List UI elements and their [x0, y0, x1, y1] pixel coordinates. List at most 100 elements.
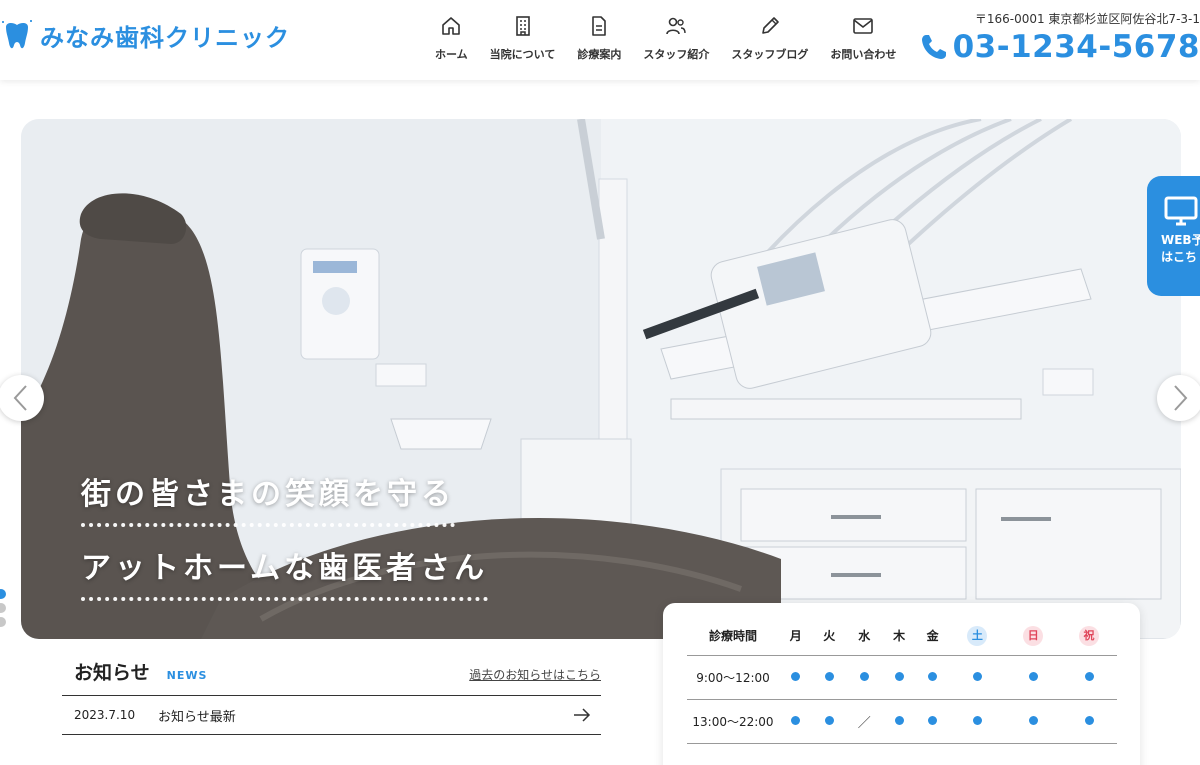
day-label: 火	[823, 629, 836, 644]
schedule-cell	[949, 699, 1006, 744]
day-label: 月	[789, 629, 802, 644]
web-tab-line-2: はこち	[1161, 250, 1198, 264]
news-text: お知らせ最新	[158, 709, 236, 725]
schedule-cell	[882, 655, 916, 700]
news-header: お知らせ NEWS 過去のお知らせはこちら	[62, 658, 601, 696]
schedule-cell	[779, 655, 813, 700]
open-mark	[928, 672, 938, 681]
open-mark	[824, 716, 834, 725]
nav-item-home[interactable]: ホーム	[424, 14, 479, 62]
schedule-card: 診療時間 月 火 水 木 金 土 日 祝 9:00〜12:00 13:00〜22:…	[663, 603, 1140, 765]
web-tab-line-1: WEB予	[1161, 233, 1200, 247]
building-icon	[515, 16, 530, 36]
nav-label: ホーム	[435, 48, 468, 61]
schedule-row: 9:00〜12:00	[687, 655, 1117, 700]
day-label: 金	[926, 629, 939, 644]
open-mark	[972, 672, 982, 681]
day-label: 土	[967, 625, 988, 646]
slider-next-button[interactable]	[1157, 375, 1200, 421]
schedule-cell	[812, 655, 847, 700]
schedule-cell	[882, 699, 916, 744]
open-mark	[894, 716, 904, 725]
day-label: 木	[893, 629, 906, 644]
arrow-right-icon	[574, 708, 591, 722]
open-mark	[1028, 716, 1038, 725]
slider-pagination	[0, 589, 6, 631]
schedule-time: 9:00〜12:00	[687, 655, 779, 700]
schedule-table: 診療時間 月 火 水 木 金 土 日 祝 9:00〜12:00 13:00〜22:…	[687, 617, 1117, 744]
closed-mark: ／	[857, 715, 871, 731]
catch-line-2: アットホームな歯医者さん	[81, 543, 489, 601]
schedule-cell	[846, 655, 883, 700]
phone-number: 03-1234-5678	[952, 29, 1200, 65]
nav-label: 当院について	[489, 48, 556, 61]
schedule-row: 13:00〜22:00 ／	[687, 699, 1117, 744]
site-header: みなみ歯科クリニック ホーム 当院について 診療案内 スタッフ紹介 スタッフブロ…	[0, 0, 1200, 80]
hero-slider: 街の皆さまの笑顔を守る アットホームな歯医者さん	[21, 119, 1181, 639]
nav-item-services[interactable]: 診療案内	[566, 14, 632, 62]
document-icon	[592, 16, 607, 36]
logo-text: みなみ歯科クリニック	[40, 24, 290, 52]
header-contact: 〒166-0001 東京都杉並区阿佐谷北7-3-1 03-1234-5678	[919, 10, 1200, 65]
news-title: お知らせ	[74, 662, 150, 684]
mail-icon	[853, 18, 874, 34]
nav-item-about[interactable]: 当院について	[479, 14, 567, 62]
slider-dot[interactable]	[0, 603, 6, 613]
main-nav: ホーム 当院について 診療案内 スタッフ紹介 スタッフブログ お問い合わせ	[424, 14, 907, 62]
day-label: 日	[1023, 625, 1044, 646]
open-mark	[972, 716, 982, 725]
schedule-cell	[1005, 699, 1062, 744]
schedule-cell	[1061, 655, 1117, 700]
open-mark	[1084, 716, 1094, 725]
nav-label: お問い合わせ	[830, 48, 897, 61]
open-mark	[1028, 672, 1038, 681]
open-mark	[859, 672, 869, 681]
schedule-cell	[1061, 699, 1117, 744]
catch-line-1: 街の皆さまの笑顔を守る	[81, 469, 455, 527]
news-subtitle: NEWS	[166, 669, 208, 682]
schedule-header-label: 診療時間	[687, 617, 779, 656]
pen-icon	[762, 17, 779, 34]
nav-label: スタッフ紹介	[643, 48, 710, 61]
nav-label: 診療案内	[577, 48, 622, 61]
nav-item-blog[interactable]: スタッフブログ	[720, 14, 819, 62]
nav-item-contact[interactable]: お問い合わせ	[819, 14, 907, 62]
schedule-header-row: 診療時間 月 火 水 木 金 土 日 祝	[687, 617, 1117, 656]
day-label: 水	[858, 629, 871, 644]
schedule-time: 13:00〜22:00	[687, 699, 779, 744]
news-archive-link[interactable]: 過去のお知らせはこちら	[469, 666, 601, 683]
open-mark	[824, 672, 834, 681]
slider-dot[interactable]	[0, 589, 6, 599]
open-mark	[791, 672, 801, 681]
day-sun: 日	[1005, 617, 1062, 656]
web-reservation-tab[interactable]: WEB予 はこち	[1147, 176, 1200, 296]
slider-prev-button[interactable]	[0, 375, 44, 421]
nav-item-staff[interactable]: スタッフ紹介	[632, 14, 720, 62]
phone-icon	[921, 35, 946, 59]
day-holiday: 祝	[1061, 617, 1117, 656]
news-item[interactable]: 2023.7.10 お知らせ最新	[62, 696, 601, 735]
site-logo[interactable]: みなみ歯科クリニック	[0, 18, 290, 53]
phone-link[interactable]: 03-1234-5678	[919, 29, 1200, 65]
slider-dot[interactable]	[0, 617, 6, 627]
chevron-right-icon	[1174, 385, 1188, 411]
tooth-icon	[2, 19, 32, 48]
open-mark	[894, 672, 904, 681]
schedule-cell	[812, 699, 847, 744]
schedule-cell	[779, 699, 813, 744]
clinic-address: 〒166-0001 東京都杉並区阿佐谷北7-3-1	[974, 12, 1200, 26]
day-fri: 金	[915, 617, 950, 656]
open-mark	[1084, 672, 1094, 681]
web-reservation-label: WEB予 はこち	[1147, 232, 1200, 266]
schedule-cell	[949, 655, 1006, 700]
schedule-cell	[915, 699, 950, 744]
hero-catchphrase: 街の皆さまの笑顔を守る アットホームな歯医者さん	[81, 469, 489, 617]
chevron-left-icon	[13, 385, 27, 411]
news-date: 2023.7.10	[74, 708, 136, 722]
news-section: お知らせ NEWS 過去のお知らせはこちら 2023.7.10 お知らせ最新	[62, 658, 601, 735]
day-label: 祝	[1079, 625, 1100, 646]
open-mark	[928, 716, 938, 725]
schedule-cell: ／	[846, 699, 883, 744]
home-icon	[442, 17, 461, 35]
day-sat: 土	[949, 617, 1006, 656]
